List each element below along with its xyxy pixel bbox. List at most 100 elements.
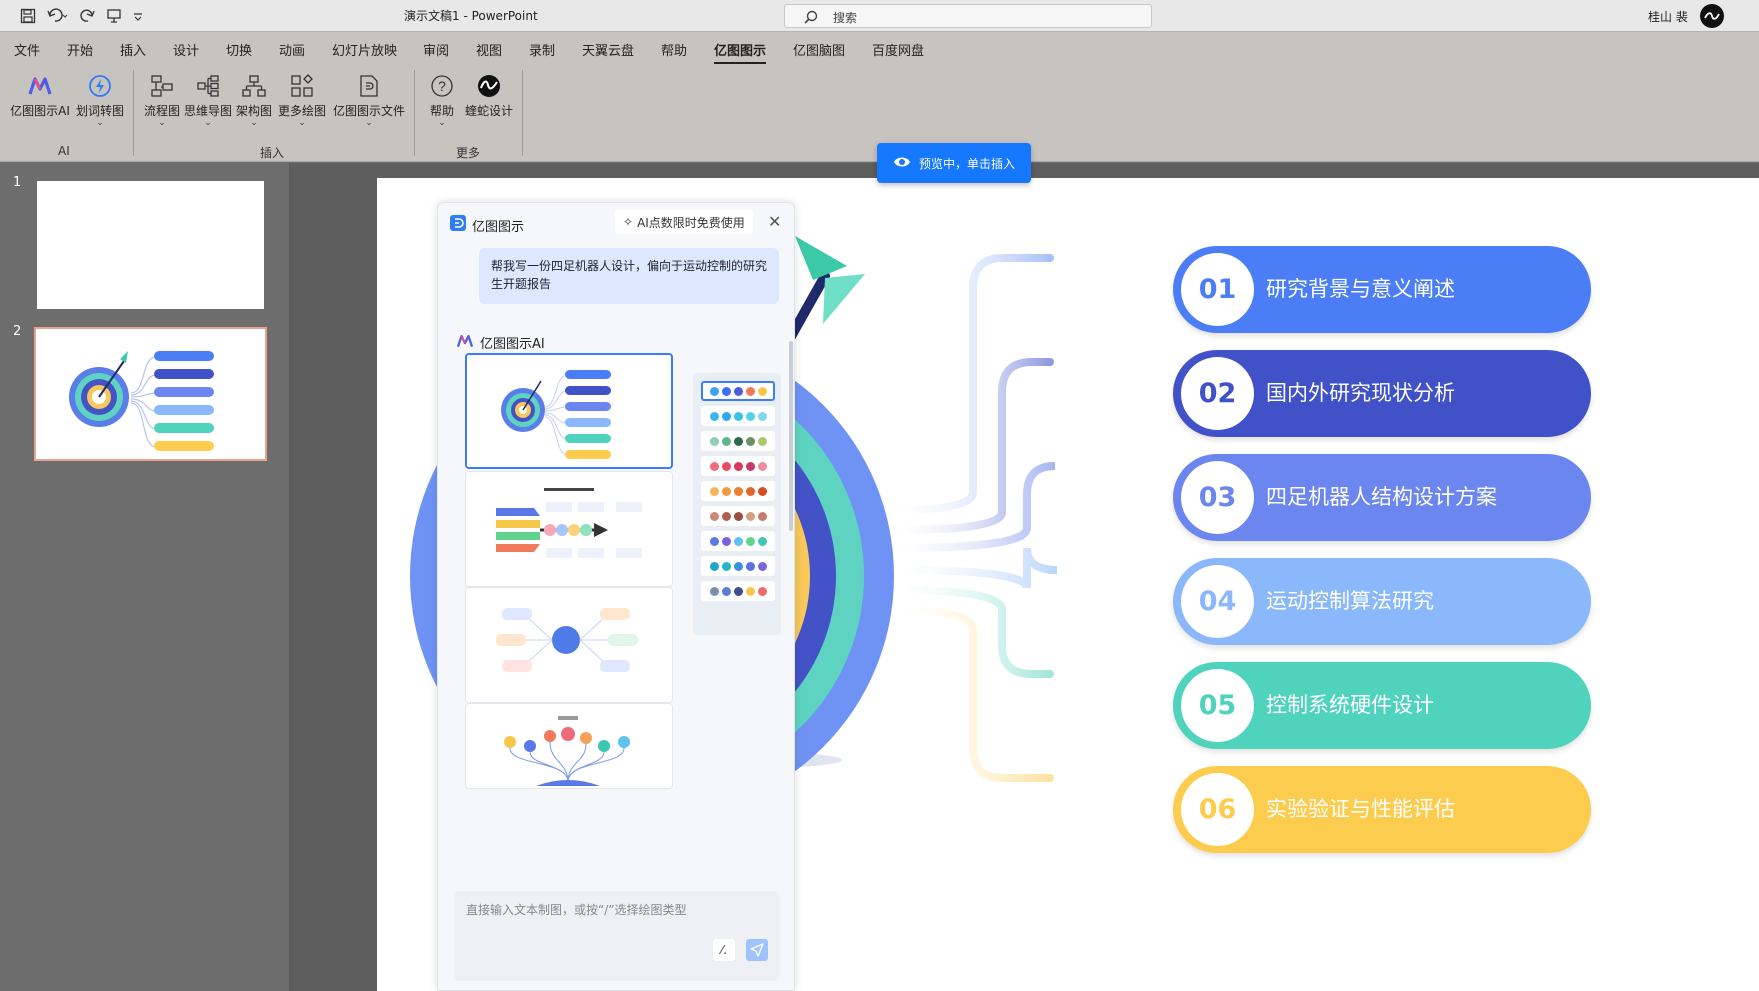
edraw-file-label: 亿图图示文件 xyxy=(332,104,405,118)
preview-insert-button[interactable]: 预览中，单击插入 xyxy=(877,143,1031,183)
tab-record[interactable]: 录制 xyxy=(529,40,555,59)
chevron-down-icon: ⌄ xyxy=(365,118,373,128)
title-bar: 演示文稿1 - PowerPoint 搜索 桂山 裴 xyxy=(0,0,1759,31)
edraw-ai-button[interactable]: 亿图图示AI xyxy=(8,72,72,119)
slide-thumbnail-2[interactable] xyxy=(34,327,267,461)
panel-brand: 亿图图示 xyxy=(450,215,524,235)
ai-credits-label: AI点数限时免费使用 xyxy=(637,215,745,230)
save-icon[interactable] xyxy=(18,7,38,25)
tab-view[interactable]: 视图 xyxy=(476,40,502,59)
org-chart-button[interactable]: 架构图 ⌄ xyxy=(234,72,274,128)
item-text: 运动控制算法研究 xyxy=(1266,589,1434,613)
chevron-down-icon: ⌄ xyxy=(158,118,166,128)
palette-option[interactable] xyxy=(701,456,775,476)
outline-item-05[interactable]: 05 控制系统硬件设计 xyxy=(1173,662,1591,749)
template-card-head-mindmap[interactable] xyxy=(465,587,673,703)
palette-option[interactable] xyxy=(701,431,775,451)
tab-help[interactable]: 帮助 xyxy=(661,40,687,59)
user-name[interactable]: 桂山 裴 xyxy=(1648,8,1688,25)
slide-thumbnail-1[interactable] xyxy=(37,181,264,309)
viper-design-label: 蝰蛇设计 xyxy=(464,104,513,118)
text-to-diagram-label: 划词转图 xyxy=(75,104,124,118)
avatar[interactable] xyxy=(1700,4,1724,28)
flowchart-icon xyxy=(147,72,177,100)
palette-option[interactable] xyxy=(701,381,775,401)
preview-label: 预览中，单击插入 xyxy=(918,156,1015,171)
help-label: 帮助 xyxy=(429,104,454,118)
tab-edraw-mind[interactable]: 亿图脑图 xyxy=(793,40,845,59)
item-number: 04 xyxy=(1181,565,1254,638)
user-prompt-bubble: 帮我写一份四足机器人设计，偏向于运动控制的研究生开题报告 xyxy=(479,248,779,304)
prompt-input-box: ⁄. xyxy=(454,891,780,981)
edraw-ai-label: 亿图图示AI xyxy=(10,104,70,118)
present-icon[interactable] xyxy=(104,7,124,25)
color-palette-list xyxy=(693,373,781,635)
outline-item-02[interactable]: 02 国内外研究现状分析 xyxy=(1173,350,1591,437)
tab-file[interactable]: 文件 xyxy=(14,40,40,59)
palette-option[interactable] xyxy=(701,506,775,526)
tab-review[interactable]: 审阅 xyxy=(423,40,449,59)
search-box[interactable]: 搜索 xyxy=(784,4,1152,28)
outline-item-03[interactable]: 03 四足机器人结构设计方案 xyxy=(1173,454,1591,541)
tab-edraw[interactable]: 亿图图示 xyxy=(714,40,767,65)
mindmap-button[interactable]: 思维导图 ⌄ xyxy=(184,72,232,128)
tab-tianyi-cloud[interactable]: 天翼云盘 xyxy=(582,40,634,59)
chevron-down-icon: ⌄ xyxy=(96,118,104,128)
item-text: 控制系统硬件设计 xyxy=(1266,693,1434,717)
grid-shapes-icon xyxy=(287,72,317,100)
more-diagrams-button[interactable]: 更多绘图 ⌄ xyxy=(276,72,328,128)
customize-toolbar-icon[interactable] xyxy=(130,7,146,25)
ai-response-header: 亿图图示AI xyxy=(456,333,545,352)
edraw-ai-icon xyxy=(25,72,55,100)
item-text: 四足机器人结构设计方案 xyxy=(1266,485,1497,509)
ai-credits-badge[interactable]: ✧ AI点数限时免费使用 xyxy=(615,210,753,234)
tab-home[interactable]: 开始 xyxy=(67,40,93,59)
group-label-insert: 插入 xyxy=(260,146,285,160)
panel-scrollbar[interactable] xyxy=(789,341,793,531)
outline-item-01[interactable]: 01 研究背景与意义阐述 xyxy=(1173,246,1591,333)
text-to-diagram-button[interactable]: 划词转图 ⌄ xyxy=(72,72,128,128)
close-icon[interactable]: ✕ xyxy=(768,212,781,231)
redo-icon[interactable] xyxy=(78,7,98,25)
item-number: 02 xyxy=(1181,357,1254,430)
slide-number: 2 xyxy=(13,324,22,339)
outline-item-06[interactable]: 06 实验验证与性能评估 xyxy=(1173,766,1591,853)
template-card-target[interactable] xyxy=(465,353,673,469)
panel-brand-label: 亿图图示 xyxy=(472,219,525,235)
tab-animations[interactable]: 动画 xyxy=(279,40,305,59)
item-number: 03 xyxy=(1181,461,1254,534)
chevron-down-icon: ⌄ xyxy=(204,118,212,128)
edraw-file-button[interactable]: 亿图图示文件 ⌄ xyxy=(330,72,408,128)
edraw-logo-icon xyxy=(450,215,466,235)
undo-icon[interactable] xyxy=(44,7,70,25)
palette-option[interactable] xyxy=(701,481,775,501)
template-card-fishbone[interactable] xyxy=(465,471,673,587)
palette-option[interactable] xyxy=(701,556,775,576)
item-number: 06 xyxy=(1181,773,1254,846)
tab-transitions[interactable]: 切换 xyxy=(226,40,252,59)
viper-design-button[interactable]: 蝰蛇设计 xyxy=(462,72,516,119)
group-label-ai: AI xyxy=(58,144,70,158)
send-icon[interactable] xyxy=(746,939,768,961)
tab-slideshow[interactable]: 幻灯片放映 xyxy=(332,40,397,59)
flowchart-label: 流程图 xyxy=(143,104,180,118)
item-text: 实验验证与性能评估 xyxy=(1266,797,1455,821)
tab-design[interactable]: 设计 xyxy=(173,40,199,59)
item-number: 01 xyxy=(1181,253,1254,326)
ribbon-separator xyxy=(522,70,523,156)
ribbon-separator xyxy=(133,70,134,156)
search-icon xyxy=(803,9,819,28)
palette-option[interactable] xyxy=(701,406,775,426)
palette-option[interactable] xyxy=(701,581,775,601)
outline-item-04[interactable]: 04 运动控制算法研究 xyxy=(1173,558,1591,645)
palette-option[interactable] xyxy=(701,531,775,551)
edraw-ai-panel: 亿图图示 ✧ AI点数限时免费使用 ✕ 帮我写一份四足机器人设计，偏向于运动控制… xyxy=(437,202,795,991)
help-button[interactable]: ? 帮助 ⌄ xyxy=(424,72,460,128)
slash-command-icon[interactable]: ⁄. xyxy=(713,939,735,961)
tab-baidu-netdisk[interactable]: 百度网盘 xyxy=(872,40,924,59)
help-icon: ? xyxy=(427,72,457,100)
flowchart-button[interactable]: 流程图 ⌄ xyxy=(142,72,182,128)
tab-insert[interactable]: 插入 xyxy=(120,40,146,59)
org-chart-label: 架构图 xyxy=(235,104,272,118)
template-card-tree[interactable] xyxy=(465,703,673,789)
